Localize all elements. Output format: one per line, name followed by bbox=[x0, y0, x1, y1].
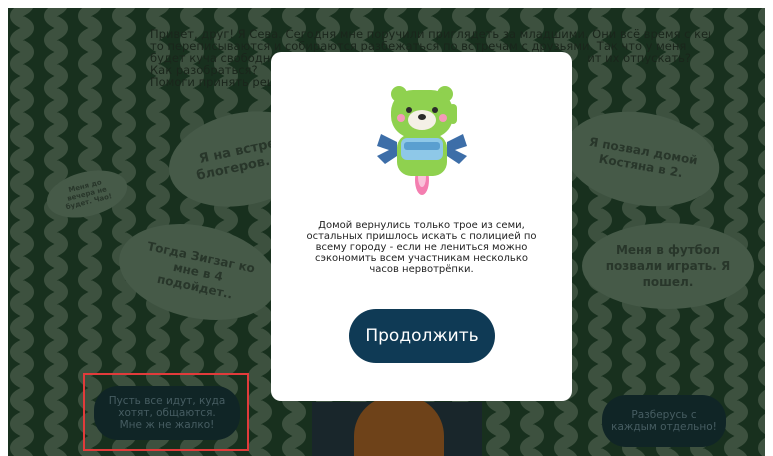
speech-bubble-football: Меня в футбол позвали играть. Я пошел. bbox=[582, 223, 754, 309]
selection-highlight bbox=[83, 373, 249, 451]
bear-rocket-icon bbox=[377, 86, 467, 195]
result-dialog: Домой вернулись только трое из семи, ост… bbox=[271, 52, 572, 401]
intro-line-start: будет куча свободно bbox=[150, 52, 278, 64]
result-message: Домой вернулись только трое из семи, ост… bbox=[306, 220, 537, 275]
option-sort-out-button[interactable]: Разберусь с каждым отдельно! bbox=[602, 395, 726, 447]
intro-line-end: ит их отпускать? bbox=[587, 52, 692, 64]
intro-line: Привет, друг! Я Сева. Сегодня мне поручи… bbox=[150, 28, 710, 40]
continue-button[interactable]: Продолжить bbox=[349, 309, 495, 363]
intro-line: то переписываются и собираются разбежать… bbox=[150, 40, 687, 52]
screen: Привет, друг! Я Сева. Сегодня мне поручи… bbox=[0, 0, 773, 456]
